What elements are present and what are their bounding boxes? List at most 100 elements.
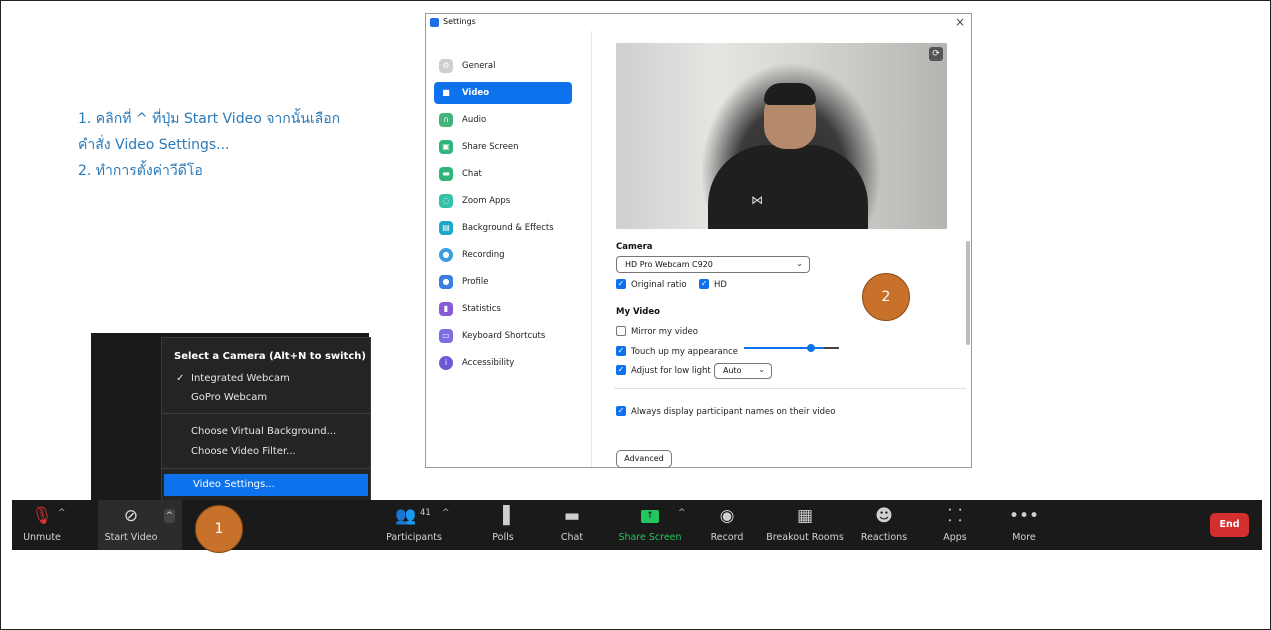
more-button[interactable]: ••• More <box>1000 500 1048 550</box>
caret-up-icon[interactable]: ^ <box>442 508 450 518</box>
unmute-label: Unmute <box>23 532 61 543</box>
menu-item-label: Choose Virtual Background... <box>191 426 337 437</box>
breakout-rooms-icon: ▦ <box>796 506 814 526</box>
settings-sidebar: ⚙ General ■ Video ∩ Audio ▣ Share Screen ▬ Ch… <box>426 31 592 467</box>
original-ratio-checkbox[interactable]: ✓ <box>616 279 626 289</box>
profile-icon: ● <box>439 275 453 289</box>
scrollbar[interactable] <box>966 241 970 345</box>
sidebar-item-chat[interactable]: ▬ Chat <box>434 163 572 185</box>
touch-up-checkbox[interactable]: ✓ <box>616 346 626 356</box>
reactions-label: Reactions <box>860 532 908 543</box>
instructions: 1. คลิกที่ ^ ที่ปุ่ม Start Video จากนั้น… <box>78 106 408 184</box>
step-marker-2: 2 <box>862 273 910 321</box>
menu-item-video-filter[interactable]: Choose Video Filter... <box>162 441 370 463</box>
sidebar-item-label: Profile <box>462 277 489 287</box>
reactions-button[interactable]: ☻ Reactions <box>854 500 914 550</box>
video-preview: ⋈ ⟳ <box>616 43 947 229</box>
participant-count: 41 <box>420 508 431 518</box>
polls-icon: ▐ <box>496 506 510 526</box>
video-settings-content: ⋈ ⟳ Camera HD Pro Webcam C920 ⌄ ✓ Origin… <box>592 31 971 468</box>
sidebar-item-keyboard-shortcuts[interactable]: ▭ Keyboard Shortcuts <box>434 325 572 347</box>
my-video-heading: My Video <box>616 307 660 317</box>
chat-icon: ▬ <box>439 167 453 181</box>
participants-label: Participants <box>386 532 442 543</box>
sidebar-item-background-effects[interactable]: ▤ Background & Effects <box>434 217 572 239</box>
participants-icon: 👥 <box>395 506 417 526</box>
sidebar-item-audio[interactable]: ∩ Audio <box>434 109 572 131</box>
menu-divider <box>162 468 370 469</box>
participants-button[interactable]: 👥 41 ^ Participants <box>374 500 454 550</box>
close-icon[interactable]: × <box>955 15 965 29</box>
camera-select-value: HD Pro Webcam C920 <box>625 260 713 269</box>
sidebar-item-recording[interactable]: ● Recording <box>434 244 572 266</box>
sidebar-item-zoom-apps[interactable]: ◌ Zoom Apps <box>434 190 572 212</box>
sidebar-item-statistics[interactable]: ▮ Statistics <box>434 298 572 320</box>
muted-microphone-icon: 🎙 <box>31 506 53 526</box>
settings-window: Settings × ⚙ General ■ Video ∩ Audio ▣ Share… <box>425 13 972 468</box>
instruction-line-3: 2. ทำการตั้งค่าวีดีโอ <box>78 163 203 179</box>
gear-icon: ⚙ <box>439 59 453 73</box>
sidebar-item-general[interactable]: ⚙ General <box>434 55 572 77</box>
camera-menu-header: Select a Camera (Alt+N to switch) <box>174 351 366 362</box>
end-meeting-button[interactable]: End <box>1210 513 1249 537</box>
settings-title: Settings <box>443 17 476 26</box>
unmute-button[interactable]: 🎙 ^ Unmute <box>12 500 72 550</box>
video-options-caret[interactable]: ^ <box>164 509 175 523</box>
start-video-button[interactable]: ⊘ Start Video <box>98 500 164 550</box>
camera-select[interactable]: HD Pro Webcam C920 ⌄ <box>616 256 810 273</box>
sidebar-item-label: Accessibility <box>462 358 515 368</box>
breakout-rooms-label: Breakout Rooms <box>766 532 844 543</box>
sidebar-item-label: Recording <box>462 250 505 260</box>
menu-item-gopro-webcam[interactable]: GoPro Webcam <box>162 387 370 409</box>
breakout-rooms-button[interactable]: ▦ Breakout Rooms <box>764 500 846 550</box>
slider-knob[interactable] <box>806 344 815 352</box>
sidebar-item-label: Statistics <box>462 304 501 314</box>
advanced-button[interactable]: Advanced <box>616 450 672 468</box>
sidebar-item-profile[interactable]: ● Profile <box>434 271 572 293</box>
rotate-camera-icon[interactable]: ⟳ <box>929 47 943 61</box>
low-light-select[interactable]: Auto ⌄ <box>714 363 772 379</box>
apps-button[interactable]: ⸬ Apps <box>930 500 980 550</box>
touch-up-slider[interactable] <box>744 344 824 352</box>
sidebar-item-label: Share Screen <box>462 142 519 152</box>
apps-icon: ⸬ <box>947 506 963 526</box>
accessibility-icon: i <box>439 356 453 370</box>
low-light-checkbox[interactable]: ✓ <box>616 365 626 375</box>
sidebar-item-label: Zoom Apps <box>462 196 511 206</box>
always-display-label: Always display participant names on thei… <box>631 407 836 417</box>
caret-up-icon[interactable]: ^ <box>678 508 686 518</box>
camera-menu: Select a Camera (Alt+N to switch) ✓ Inte… <box>161 337 371 501</box>
sidebar-item-label: General <box>462 61 496 71</box>
video-off-icon: ⊘ <box>123 506 139 526</box>
share-screen-icon: ▣ <box>439 140 453 154</box>
always-display-checkbox[interactable]: ✓ <box>616 406 626 416</box>
sidebar-item-accessibility[interactable]: i Accessibility <box>434 352 572 374</box>
chevron-down-icon: ⌄ <box>758 365 765 374</box>
menu-item-virtual-background[interactable]: Choose Virtual Background... <box>162 421 370 443</box>
record-button[interactable]: ◉ Record <box>702 500 752 550</box>
apps-icon: ◌ <box>439 194 453 208</box>
sidebar-item-video[interactable]: ■ Video <box>434 82 572 104</box>
person-body <box>708 145 868 229</box>
polls-button[interactable]: ▐ Polls <box>478 500 528 550</box>
low-light-value: Auto <box>723 366 742 375</box>
share-screen-button[interactable]: ↑ ^ Share Screen <box>612 500 688 550</box>
apps-label: Apps <box>943 532 967 543</box>
caret-up-icon[interactable]: ^ <box>58 508 66 518</box>
share-screen-label: Share Screen <box>618 532 682 543</box>
menu-divider <box>162 413 370 414</box>
chat-icon: ▬ <box>563 506 581 526</box>
record-label: Record <box>710 532 744 543</box>
record-icon: ● <box>439 248 453 262</box>
hd-checkbox[interactable]: ✓ <box>699 279 709 289</box>
menu-item-label: Integrated Webcam <box>191 373 290 384</box>
more-label: More <box>1012 532 1036 543</box>
chat-button[interactable]: ▬ Chat <box>548 500 596 550</box>
person-hair <box>764 83 816 105</box>
menu-item-video-settings[interactable]: Video Settings... <box>164 474 368 496</box>
mirror-checkbox[interactable] <box>616 326 626 336</box>
settings-titlebar: Settings × <box>426 14 971 31</box>
sidebar-item-label: Chat <box>462 169 482 179</box>
sidebar-item-share-screen[interactable]: ▣ Share Screen <box>434 136 572 158</box>
hd-label: HD <box>714 280 727 290</box>
